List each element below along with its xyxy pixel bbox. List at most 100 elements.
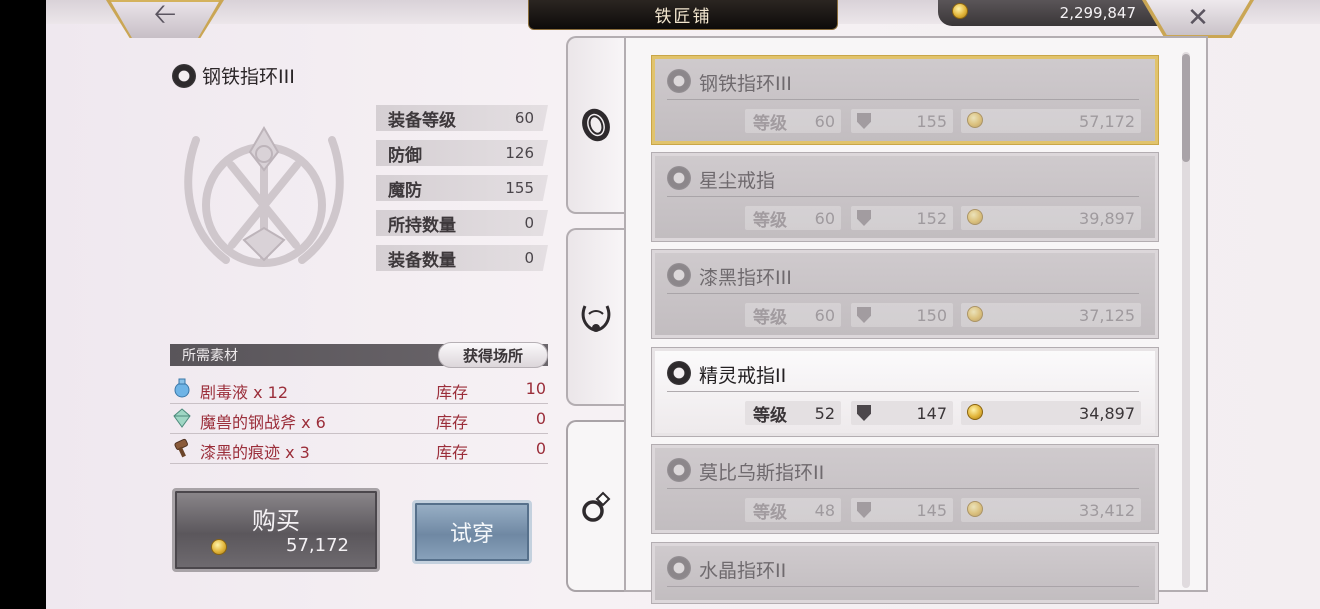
level-label: 等级	[753, 502, 787, 523]
level-value: 60	[814, 111, 835, 131]
obtain-location-button[interactable]: 获得场所	[438, 342, 548, 368]
stock-label: 库存	[436, 383, 469, 402]
price-value: 34,897	[1079, 403, 1135, 423]
level-chip: 等级 60	[745, 303, 841, 328]
stat-magic-defense: 魔防 155	[376, 175, 548, 201]
price-value: 57,172	[1079, 111, 1135, 131]
ring-icon	[172, 63, 196, 88]
level-label: 等级	[753, 210, 787, 231]
defense-value: 152	[916, 208, 947, 228]
defense-chip: 150	[851, 303, 953, 327]
price-value: 37,125	[1079, 305, 1135, 325]
stat-label: 装备等级	[388, 110, 456, 131]
price-chip: 57,172	[961, 109, 1141, 133]
list-scrollbar[interactable]	[1182, 52, 1190, 588]
item-card[interactable]: 漆黑指环III 等级 60 150 37,125	[652, 250, 1158, 338]
material-name: 剧毒液 x 12	[200, 383, 289, 402]
level-chip: 等级 52	[745, 401, 841, 426]
gold-display: 2,299,847	[938, 0, 1158, 26]
stat-equipped-count: 装备数量 0	[376, 245, 548, 271]
shield-icon	[857, 307, 871, 323]
ring-icon	[667, 69, 691, 93]
divider	[667, 196, 1139, 197]
ring-icon	[667, 361, 691, 385]
material-name: 魔兽的钢战斧 x 6	[200, 413, 326, 432]
defense-chip: 145	[851, 498, 953, 522]
stat-value: 0	[524, 249, 534, 267]
gold-amount: 2,299,847	[1059, 4, 1136, 22]
divider	[667, 99, 1139, 100]
price-chip: 33,412	[961, 498, 1141, 522]
price-value: 33,412	[1079, 500, 1135, 520]
level-value: 60	[814, 208, 835, 228]
level-value: 48	[814, 500, 835, 520]
item-title: 钢铁指环III	[172, 62, 295, 89]
stock-value: 0	[535, 409, 546, 428]
material-row[interactable]: 漆黑的痕迹 x 3 库存 0	[170, 435, 548, 464]
tab-bracelet[interactable]	[566, 36, 624, 214]
equipment-emblem-icon	[184, 126, 344, 267]
try-on-button[interactable]: 试穿	[412, 500, 532, 564]
defense-value: 150	[916, 305, 947, 325]
divider	[667, 391, 1139, 392]
item-card[interactable]: 钢铁指环III 等级 60 155 57,172	[652, 56, 1158, 144]
stat-value: 155	[505, 179, 534, 197]
tab-ring[interactable]	[566, 420, 624, 592]
shield-icon	[857, 405, 871, 421]
stock-label: 库存	[436, 443, 469, 462]
item-card[interactable]: 星尘戒指 等级 60 152 39,897	[652, 153, 1158, 241]
item-card-name: 漆黑指环III	[699, 267, 792, 289]
hammer-icon	[174, 438, 188, 458]
stat-owned-count: 所持数量 0	[376, 210, 548, 236]
level-label: 等级	[753, 307, 787, 328]
tab-necklace[interactable]	[566, 228, 624, 406]
item-name: 钢铁指环III	[202, 66, 295, 88]
stat-label: 魔防	[388, 180, 422, 201]
defense-value: 145	[916, 500, 947, 520]
category-tabs	[566, 36, 624, 592]
item-card[interactable]: 精灵戒指II 等级 52 147 34,897	[652, 348, 1158, 436]
gold-coin-icon	[967, 501, 983, 517]
stat-equip-level: 装备等级 60	[376, 105, 548, 131]
shield-icon	[857, 113, 871, 129]
necklace-icon	[581, 305, 611, 332]
scroll-thumb[interactable]	[1182, 54, 1190, 162]
ring-icon	[667, 166, 691, 190]
item-card[interactable]: 水晶指环II	[652, 543, 1158, 603]
stat-label: 防御	[388, 145, 422, 166]
level-chip: 等级 60	[745, 206, 841, 231]
stat-label: 装备数量	[388, 250, 456, 271]
item-card-name: 星尘戒指	[699, 170, 776, 192]
item-card[interactable]: 莫比乌斯指环II 等级 48 145 33,412	[652, 445, 1158, 533]
gold-coin-icon	[967, 112, 983, 128]
buy-label: 购买	[252, 507, 300, 535]
defense-value: 147	[916, 403, 947, 423]
item-card-name: 精灵戒指II	[699, 365, 787, 387]
stock-value: 0	[535, 439, 546, 458]
defense-value: 155	[916, 111, 947, 131]
item-card-name: 钢铁指环III	[699, 73, 792, 95]
level-chip: 等级 48	[745, 498, 841, 523]
level-chip: 等级 60	[745, 109, 841, 134]
divider	[667, 586, 1139, 587]
gold-coin-icon	[211, 539, 227, 555]
material-row[interactable]: 剧毒液 x 12 库存 10	[170, 375, 548, 404]
level-label: 等级	[753, 405, 787, 426]
item-card-name: 莫比乌斯指环II	[699, 462, 825, 484]
price-chip: 37,125	[961, 303, 1141, 327]
stock-label: 库存	[436, 413, 469, 432]
stat-label: 所持数量	[388, 215, 456, 236]
gold-coin-icon	[967, 404, 983, 420]
ring-icon	[582, 491, 611, 522]
material-row[interactable]: 魔兽的钢战斧 x 6 库存 0	[170, 405, 548, 434]
level-label: 等级	[753, 113, 787, 134]
item-card-name: 水晶指环II	[699, 560, 787, 582]
defense-chip: 147	[851, 401, 953, 425]
price-chip: 34,897	[961, 401, 1141, 425]
ring-icon	[667, 263, 691, 287]
material-name: 漆黑的痕迹 x 3	[200, 443, 310, 462]
defense-chip: 155	[851, 109, 953, 133]
buy-price: 57,172	[286, 535, 349, 556]
buy-button[interactable]: 购买 57,172	[172, 488, 380, 572]
stat-value: 0	[524, 214, 534, 232]
